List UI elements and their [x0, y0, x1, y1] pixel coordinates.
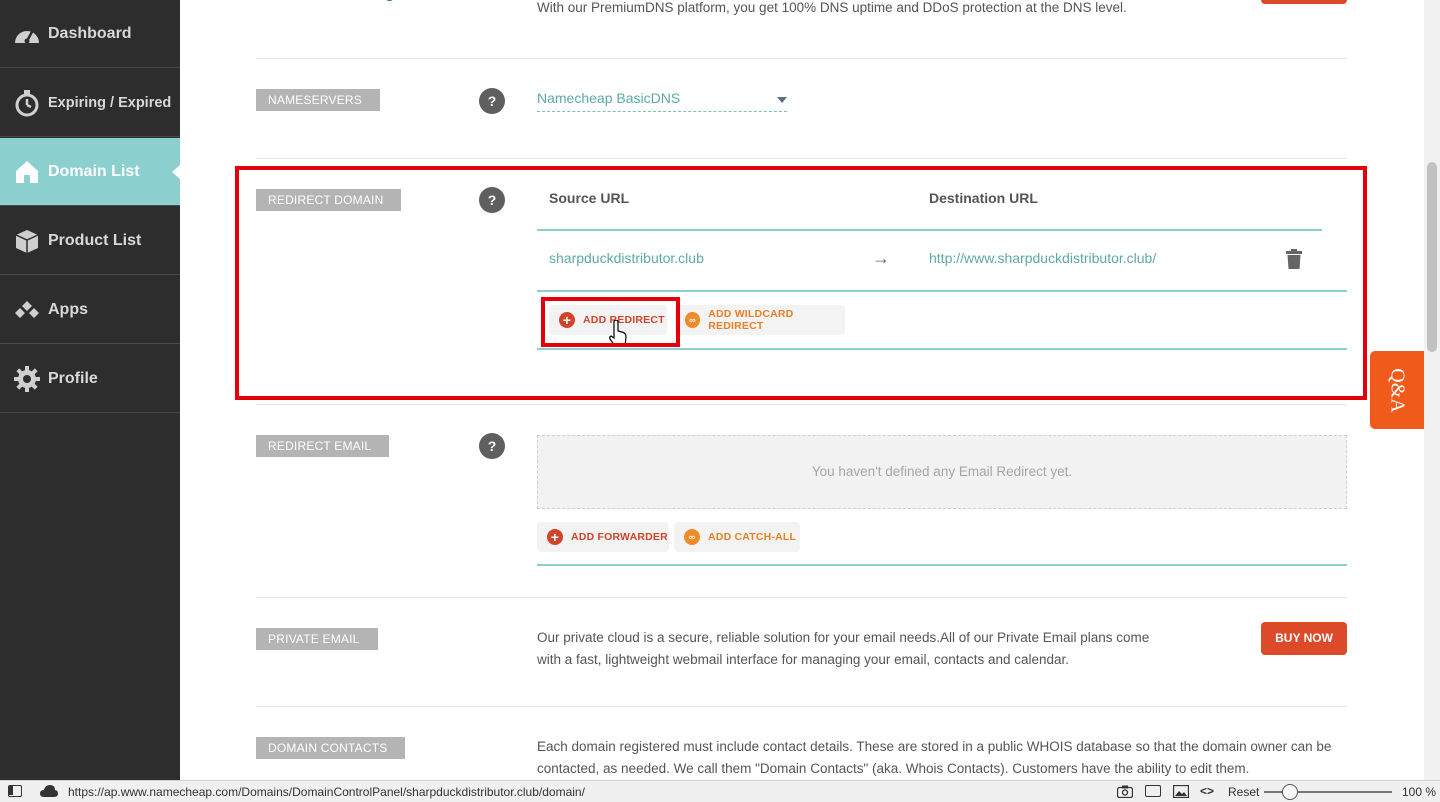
add-catch-all-button[interactable]: ∞ ADD CATCH-ALL [674, 522, 800, 552]
vertical-scrollbar[interactable] [1424, 0, 1440, 780]
nameservers-tag: NAMESERVERS [256, 89, 381, 111]
domain-contacts-description: Each domain registered must include cont… [537, 739, 1332, 776]
sidebar-item-expiring[interactable]: Expiring / Expired [0, 69, 180, 137]
private-email-tag: PRIVATE EMAIL [256, 628, 378, 650]
email-redirect-empty-state: You haven't defined any Email Redirect y… [537, 435, 1347, 509]
sidebar-item-label: Product List [48, 231, 142, 249]
add-forwarder-button[interactable]: + ADD FORWARDER [537, 522, 669, 552]
stopwatch-icon [12, 88, 42, 118]
redirect-email-tag: REDIRECT EMAIL [256, 435, 390, 457]
nameservers-select-value: Namecheap BasicDNS [537, 90, 681, 106]
zoom-level: 100 % [1402, 785, 1437, 799]
divider [256, 158, 1347, 159]
nameservers-select[interactable]: Namecheap BasicDNS [537, 90, 787, 112]
scrollbar-thumb[interactable] [1427, 162, 1437, 352]
sidebar-item-product-list[interactable]: Product List [0, 207, 180, 275]
sidebar-item-label: Dashboard [48, 24, 132, 42]
nameservers-help-icon[interactable]: ? [479, 88, 505, 114]
logo-badge-icon [384, 0, 395, 1]
gear-icon [12, 364, 42, 394]
panel-toggle-icon[interactable] [8, 785, 22, 797]
buy-now-button[interactable]: BUY NOW [1261, 622, 1347, 655]
divider [256, 58, 1347, 59]
divider [256, 706, 1347, 707]
camera-icon[interactable] [1116, 785, 1134, 799]
window-icon[interactable] [1145, 785, 1161, 797]
home-icon [12, 157, 42, 187]
box-icon [12, 226, 42, 256]
sidebar-item-label: Apps [48, 300, 88, 318]
redirect-email-help-icon[interactable]: ? [479, 433, 505, 459]
add-forwarder-label: ADD FORWARDER [571, 531, 668, 543]
premium-dns-buy-button[interactable] [1261, 0, 1347, 4]
sidebar-item-apps[interactable]: Apps [0, 276, 180, 344]
qa-tab-label: Q&A [1386, 367, 1409, 413]
sidebar-item-profile[interactable]: Profile [0, 345, 180, 413]
premium-dns-logo [292, 0, 396, 4]
add-catch-all-label: ADD CATCH-ALL [708, 531, 797, 543]
speedometer-icon [12, 19, 42, 49]
apps-icon [12, 295, 42, 325]
sidebar-item-label: Expiring / Expired [48, 94, 172, 111]
premium-dns-description: With our PremiumDNS platform, you get 10… [537, 0, 1127, 15]
sidebar-item-label: Domain List [48, 162, 140, 180]
code-icon[interactable]: <> [1200, 784, 1216, 798]
plus-icon: + [547, 529, 563, 545]
image-icon[interactable] [1172, 784, 1190, 799]
status-bar: https://ap.www.namecheap.com/Domains/Dom… [0, 780, 1440, 802]
add-redirect-highlight [541, 297, 680, 347]
section-bottom-line [537, 564, 1347, 566]
zoom-slider-knob[interactable] [1282, 784, 1298, 800]
sidebar-item-label: Profile [48, 369, 98, 387]
sidebar-item-dashboard[interactable]: Dashboard [0, 0, 180, 68]
sidebar: Dashboard Expiring / Expired Domain List… [0, 0, 180, 780]
private-email-description: Our private cloud is a secure, reliable … [537, 630, 1150, 667]
chevron-down-icon [777, 97, 787, 103]
infinity-icon: ∞ [684, 529, 700, 545]
zoom-reset-button[interactable]: Reset [1228, 785, 1259, 799]
divider [256, 597, 1347, 598]
status-url: https://ap.www.namecheap.com/Domains/Dom… [68, 785, 585, 799]
redirect-domain-highlight [235, 166, 1367, 400]
divider [256, 404, 1347, 405]
domain-contacts-tag: DOMAIN CONTACTS [256, 737, 406, 759]
cloud-icon[interactable] [40, 785, 58, 797]
sidebar-item-domain-list[interactable]: Domain List [0, 138, 180, 206]
qa-tab[interactable]: Q&A [1370, 351, 1424, 429]
